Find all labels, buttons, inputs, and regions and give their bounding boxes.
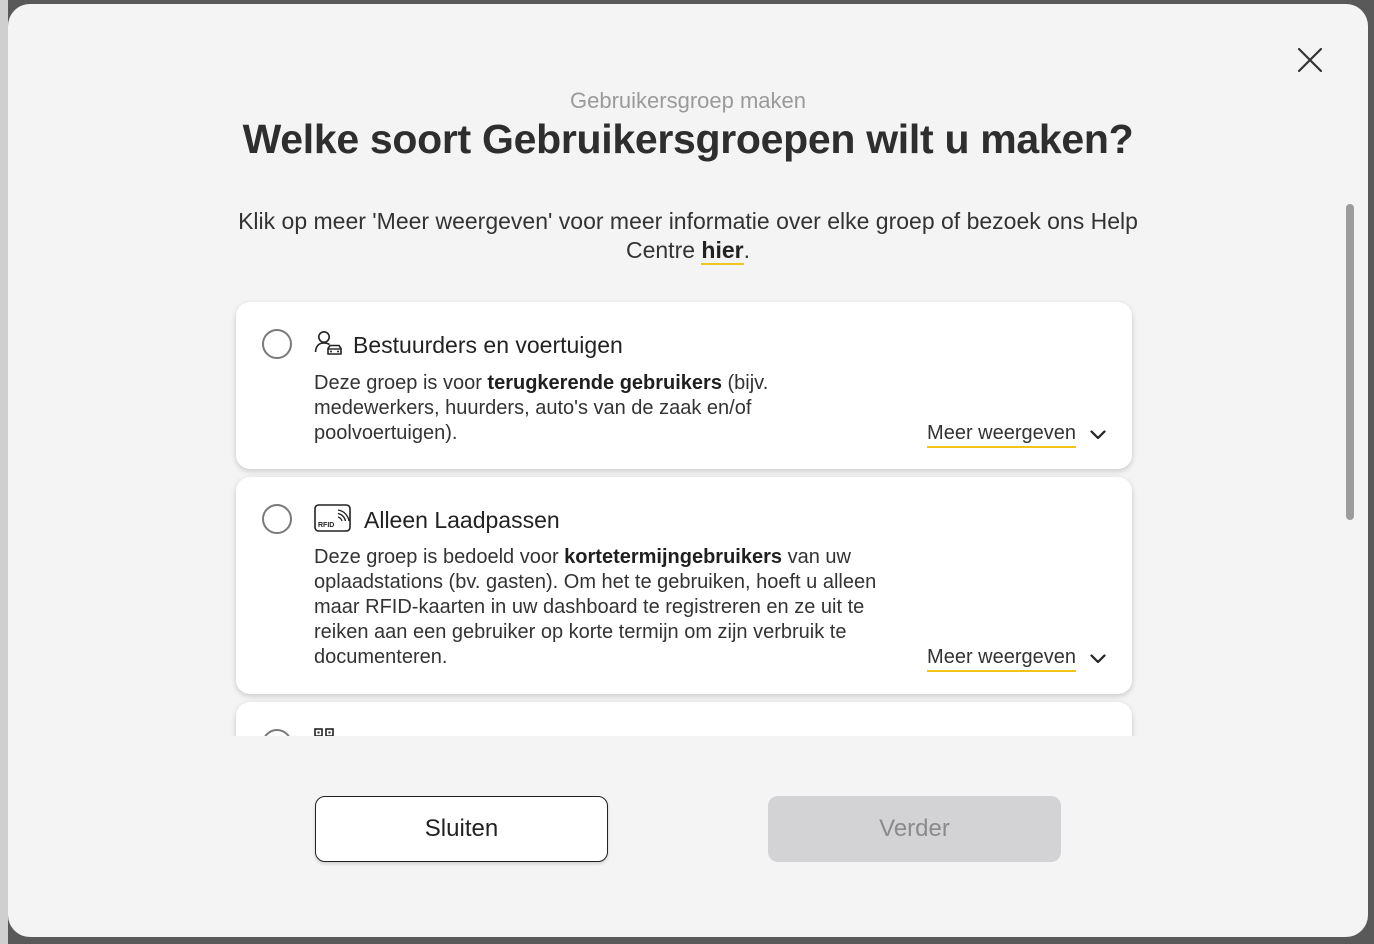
radio-third-option[interactable]	[262, 729, 292, 736]
next-button[interactable]: Verder	[768, 796, 1061, 862]
option-description-text: Deze groep is voor	[314, 372, 488, 394]
rfid-icon-label: RFID	[318, 522, 334, 529]
option-description-highlight: kortetermijngebruikers	[564, 546, 783, 568]
option-description-text: Deze groep is bedoeld voor	[314, 546, 565, 568]
option-description-highlight: terugkerende gebruikers	[487, 372, 722, 394]
close-button[interactable]: Sluiten	[315, 796, 608, 862]
show-more-label: Meer weergeven	[927, 422, 1076, 448]
option-card-drivers-vehicles[interactable]: Bestuurders en voertuigen Deze groep is …	[236, 302, 1132, 469]
option-card-third[interactable]	[236, 702, 1132, 736]
dialog-subtitle: Gebruikersgroep maken	[569, 88, 806, 113]
intro-text-body: Klik op meer 'Meer weergeven' voor meer …	[238, 208, 1138, 263]
show-more-button[interactable]: Meer weergeven	[927, 646, 1106, 672]
dialog-title: Welke soort Gebruikersgroepen wilt u mak…	[242, 116, 1134, 162]
intro-text: Klik op meer 'Meer weergeven' voor meer …	[228, 207, 1148, 265]
option-card-charge-cards-only[interactable]: RFID Alleen Laadpassen Deze groep is bed…	[236, 477, 1132, 694]
radio-charge-cards-only[interactable]	[262, 504, 292, 534]
rfid-card-icon: RFID	[314, 504, 351, 537]
show-more-label: Meer weergeven	[927, 646, 1076, 672]
option-title: Bestuurders en voertuigen	[353, 332, 623, 358]
option-description: Deze groep is bedoeld voor kortetermijng…	[314, 545, 889, 670]
radio-drivers-vehicles[interactable]	[262, 329, 292, 359]
help-centre-link[interactable]: hier	[701, 237, 744, 265]
create-user-group-dialog: Gebruikersgroep maken Welke soort Gebrui…	[8, 4, 1368, 937]
chevron-down-icon	[1090, 654, 1106, 664]
show-more-button[interactable]: Meer weergeven	[927, 422, 1106, 448]
page-backdrop	[0, 0, 8, 944]
qr-code-icon	[314, 728, 334, 736]
option-title: Alleen Laadpassen	[364, 507, 560, 533]
group-options-list: Bestuurders en voertuigen Deze groep is …	[8, 294, 1368, 736]
intro-text-end: .	[743, 237, 750, 263]
chevron-down-icon	[1090, 430, 1106, 440]
person-car-icon	[314, 330, 342, 361]
option-description: Deze groep is voor terugkerende gebruike…	[314, 371, 814, 446]
close-icon[interactable]	[1292, 42, 1328, 78]
